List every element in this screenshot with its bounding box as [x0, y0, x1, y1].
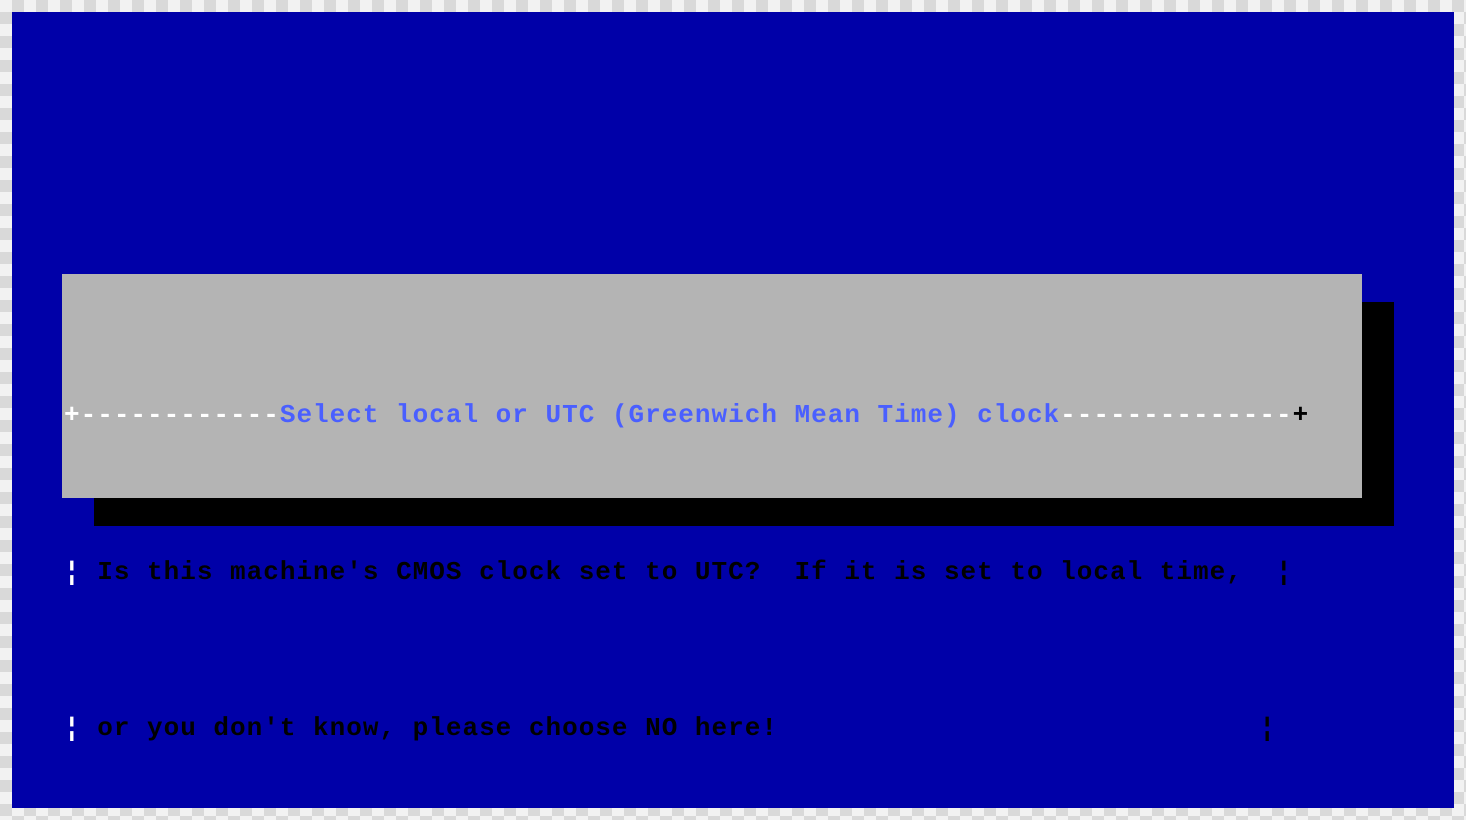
- dialog-message-line2: or you don't know, please choose NO here…: [97, 713, 778, 743]
- console-screen: +------------Select local or UTC (Greenw…: [12, 12, 1454, 808]
- dialog-message-row: ¦ Is this machine's CMOS clock set to UT…: [62, 556, 1362, 588]
- dialog-message-line1: Is this machine's CMOS clock set to UTC?…: [97, 557, 1243, 587]
- dialog-title: Select local or UTC (Greenwich Mean Time…: [280, 400, 1060, 430]
- dialog-top-border: +------------Select local or UTC (Greenw…: [62, 399, 1362, 431]
- clock-dialog: +------------Select local or UTC (Greenw…: [62, 274, 1362, 498]
- dialog-message-row: ¦ or you don't know, please choose NO he…: [62, 712, 1362, 744]
- transparency-frame: +------------Select local or UTC (Greenw…: [0, 0, 1466, 820]
